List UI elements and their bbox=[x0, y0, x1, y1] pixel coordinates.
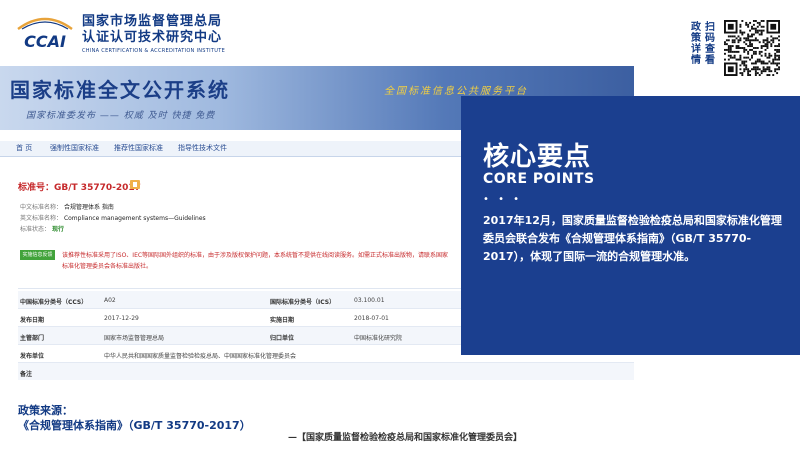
table-row: 备注 bbox=[18, 363, 634, 380]
panel-title: 核心要点 bbox=[483, 142, 592, 172]
scan-hint-char: 扫 bbox=[705, 22, 715, 33]
table-key: 归口单位 bbox=[270, 335, 295, 342]
table-key: 国际标准分类号（ICS） bbox=[270, 299, 336, 306]
source-issuer: —【国家质量监督检验检疫总局和国家标准化管理委员会】 bbox=[288, 433, 523, 443]
scan-hint-char: 看 bbox=[705, 55, 715, 66]
standard-number: 标准号：GB/T 35770-2017 bbox=[18, 183, 141, 193]
source-value: 《合规管理体系指南》（GB/T 35770-2017） bbox=[18, 419, 251, 432]
org-name-line1: 国家市场监督管理总局 bbox=[82, 14, 223, 29]
status-row: 标准状态： 现行 bbox=[20, 224, 64, 233]
nav-recommended[interactable]: 推荐性国家标准 bbox=[114, 143, 163, 153]
panel-dots: • • • bbox=[483, 194, 523, 205]
table-key: 实施日期 bbox=[270, 317, 295, 324]
panel-subtitle: CORE POINTS bbox=[483, 171, 595, 187]
site-slogan: 全国标准信息公共服务平台 bbox=[384, 86, 528, 97]
standard-tag-icon bbox=[130, 180, 140, 189]
en-name-row: 英文标准名称： Compliance management systems—Gu… bbox=[20, 213, 206, 222]
table-value: 中华人民共和国国家质量监督检验检疫总局、中国国家标准化管理委员会 bbox=[104, 353, 297, 360]
scan-hint-char: 策 bbox=[691, 33, 701, 44]
status-label: 标准状态： bbox=[20, 226, 51, 233]
copyright-notice: 该推荐性标准采用了ISO、IEC等国际国外组织的标准，由于涉及版权保护问题，本系… bbox=[62, 252, 449, 270]
nav-home[interactable]: 首 页 bbox=[16, 143, 32, 153]
cn-name-row: 中文标准名称： 合规管理体系 指南 bbox=[20, 202, 114, 211]
feedback-button[interactable]: 实施信息反馈 bbox=[20, 250, 55, 260]
scan-hint-char: 详 bbox=[691, 44, 701, 55]
scan-hint-char: 码 bbox=[705, 33, 715, 44]
scan-hint-char: 情 bbox=[691, 55, 701, 66]
scan-hint-char: 政 bbox=[691, 22, 701, 33]
status-value: 现行 bbox=[51, 226, 64, 233]
panel-body: 2017年12月，国家质量监督检验检疫总局和国家标准化管理委员会联合发布《合规管… bbox=[483, 214, 782, 263]
site-tagline: 国家标准委发布 —— 权威 及时 快捷 免费 bbox=[26, 111, 216, 121]
table-key: 主管部门 bbox=[20, 335, 45, 342]
en-name-label: 英文标准名称： bbox=[20, 215, 63, 222]
table-value: 03.100.01 bbox=[354, 297, 385, 304]
en-name-value: Compliance management systems—Guidelines bbox=[63, 215, 206, 222]
qr-code-icon[interactable] bbox=[722, 18, 782, 78]
org-name-line2: 认证认可技术研究中心 bbox=[82, 30, 223, 45]
org-name-en: CHINA CERTIFICATION & ACCREDITATION INST… bbox=[82, 48, 226, 54]
cn-name-label: 中文标准名称： bbox=[20, 204, 63, 211]
table-value: 国家市场监督管理总局 bbox=[104, 335, 165, 342]
scan-hint-col2: 扫码查看 bbox=[704, 22, 716, 66]
scan-hint-col1: 政策详情 bbox=[690, 22, 702, 66]
ccai-logo-icon: CCAI bbox=[17, 17, 73, 51]
table-key: 发布单位 bbox=[20, 353, 45, 360]
table-key: 备注 bbox=[20, 371, 33, 378]
org-name-block: 国家市场监督管理总局 认证认可技术研究中心 CHINA CERTIFICATIO… bbox=[82, 14, 225, 55]
page-header: CCAI 国家市场监督管理总局 认证认可技术研究中心 CHINA CERTIFI… bbox=[0, 0, 800, 78]
source-label: 政策来源： bbox=[18, 404, 73, 417]
scan-hint: 政策详情 扫码查看 bbox=[690, 22, 716, 66]
nav-guidance[interactable]: 指导性技术文件 bbox=[178, 143, 227, 153]
nav-mandatory[interactable]: 强制性国家标准 bbox=[50, 143, 99, 153]
cn-name-value: 合规管理体系 指南 bbox=[63, 204, 114, 211]
logo-text: CCAI bbox=[24, 32, 66, 51]
table-value: 中国标准化研究院 bbox=[354, 335, 403, 342]
table-key: 中国标准分类号（CCS） bbox=[20, 299, 88, 306]
core-points-panel: 核心要点 CORE POINTS • • • 2017年12月，国家质量监督检验… bbox=[461, 96, 800, 355]
site-title: 国家标准全文公开系统 bbox=[10, 78, 230, 102]
scan-hint-char: 查 bbox=[705, 44, 715, 55]
table-value: A02 bbox=[104, 297, 116, 304]
table-value: 2018-07-01 bbox=[354, 315, 389, 322]
table-key: 发布日期 bbox=[20, 317, 45, 324]
table-value: 2017-12-29 bbox=[104, 315, 139, 322]
